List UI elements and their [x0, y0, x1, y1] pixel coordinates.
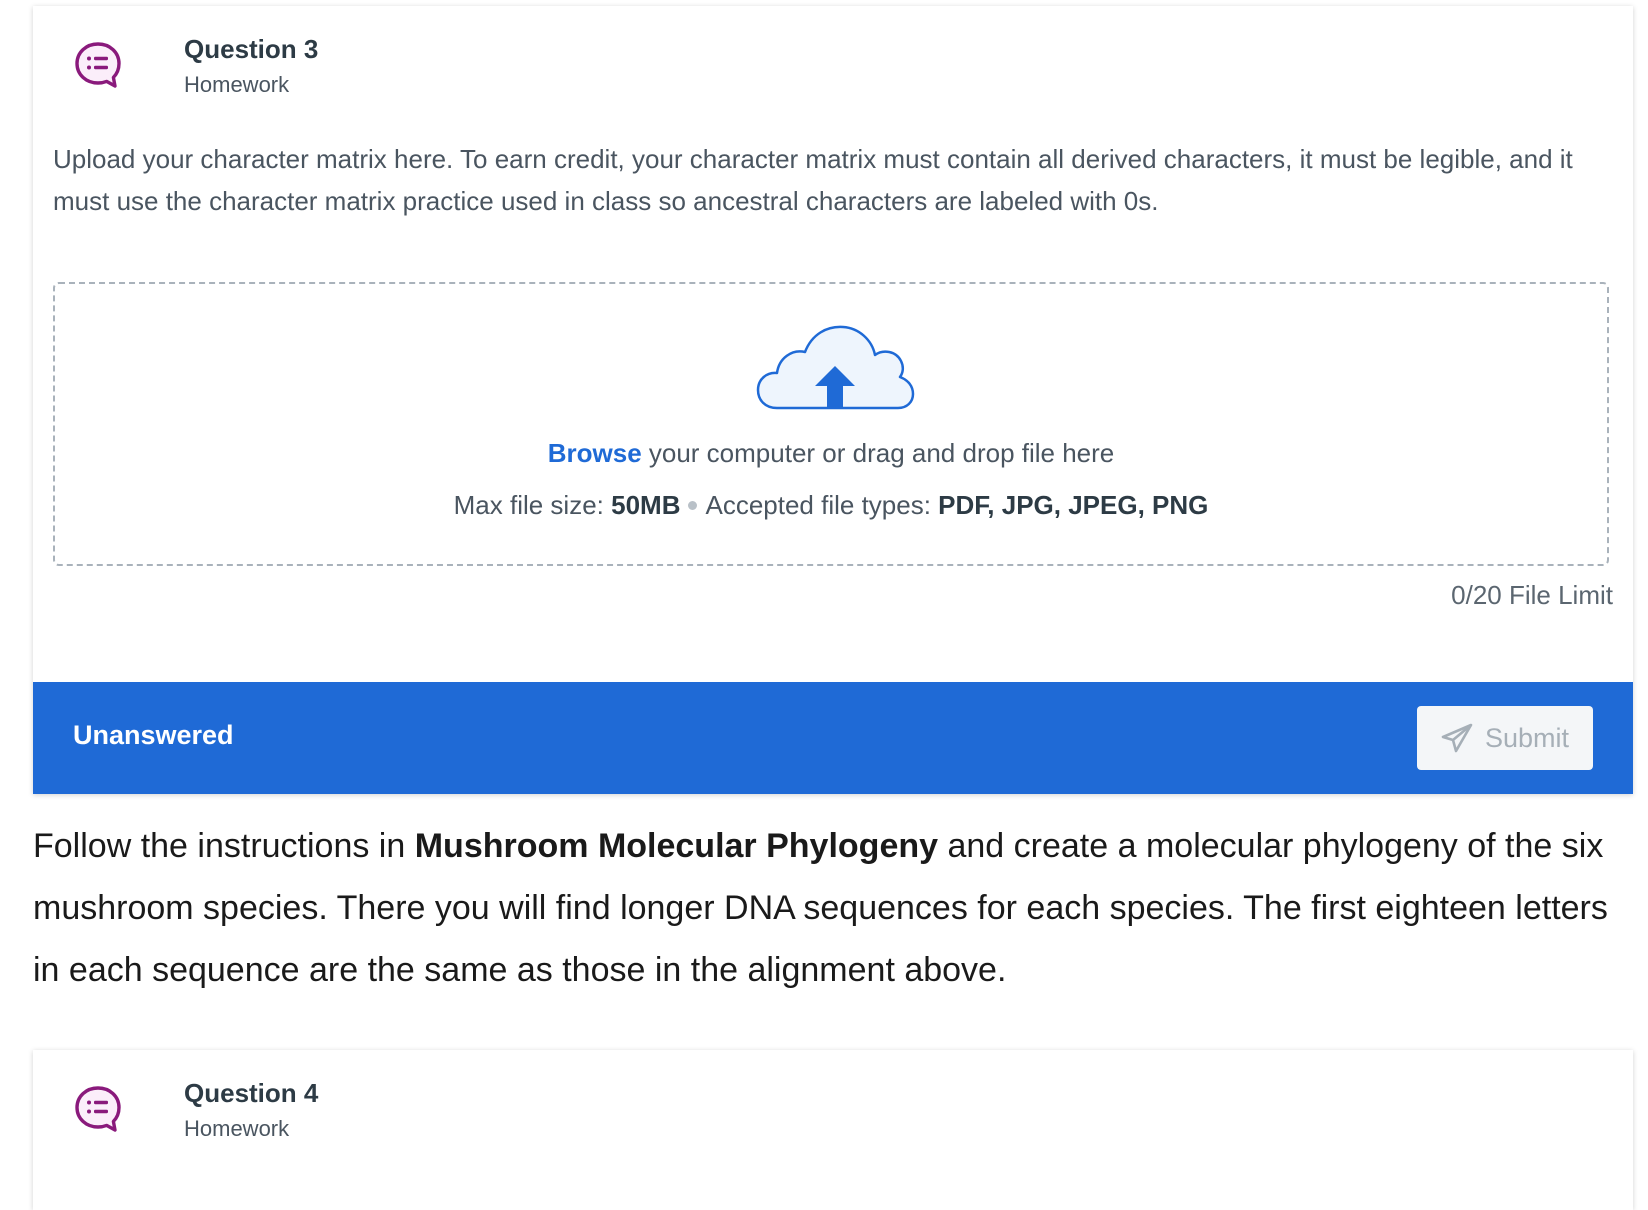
file-types-label: Accepted file types:	[705, 490, 939, 520]
max-size-value: 50MB	[611, 490, 681, 520]
status-label: Unanswered	[73, 720, 234, 750]
question-3-card: Question 3 Homework Upload your characte…	[33, 6, 1633, 794]
file-types-value: PDF, JPG, JPEG, PNG	[938, 490, 1209, 520]
browse-instructions: your computer or drag and drop file here	[641, 438, 1115, 468]
upload-limits: Max file size: 50MB Accepted file types: …	[55, 490, 1607, 521]
question-4-card: Question 4 Homework	[33, 1050, 1633, 1210]
submit-button[interactable]: Submit	[1417, 706, 1593, 770]
question-prompt: Upload your character matrix here. To ea…	[53, 144, 1573, 216]
question-4-header: Question 4 Homework	[73, 1074, 673, 1154]
question-title: Question 3	[184, 34, 319, 64]
separator-dot	[688, 500, 698, 510]
paper-plane-icon	[1441, 723, 1473, 753]
question-subtitle: Homework	[184, 1116, 290, 1141]
cloud-upload-icon	[756, 325, 915, 410]
browse-line: Browse your computer or drag and drop fi…	[55, 438, 1607, 469]
instruction-paragraph: Follow the instructions in Mushroom Mole…	[33, 815, 1633, 1001]
file-limit-counter: 0/20 File Limit	[1451, 580, 1613, 610]
submit-label: Submit	[1484, 722, 1570, 753]
max-size-label: Max file size:	[453, 490, 612, 520]
resource-name: Mushroom Molecular Phylogeny	[414, 827, 939, 865]
instruction-text-1: Follow the instructions in	[33, 827, 415, 865]
browse-link[interactable]: Browse	[548, 438, 642, 468]
question-subtitle: Homework	[184, 72, 290, 97]
question-chat-icon	[75, 42, 121, 88]
file-dropzone[interactable]: Browse your computer or drag and drop fi…	[53, 282, 1609, 566]
question-status-bar: Unanswered Submit	[33, 682, 1633, 794]
question-3-header: Question 3 Homework	[73, 30, 673, 110]
question-title: Question 4	[184, 1078, 319, 1108]
question-chat-icon	[75, 1086, 121, 1132]
